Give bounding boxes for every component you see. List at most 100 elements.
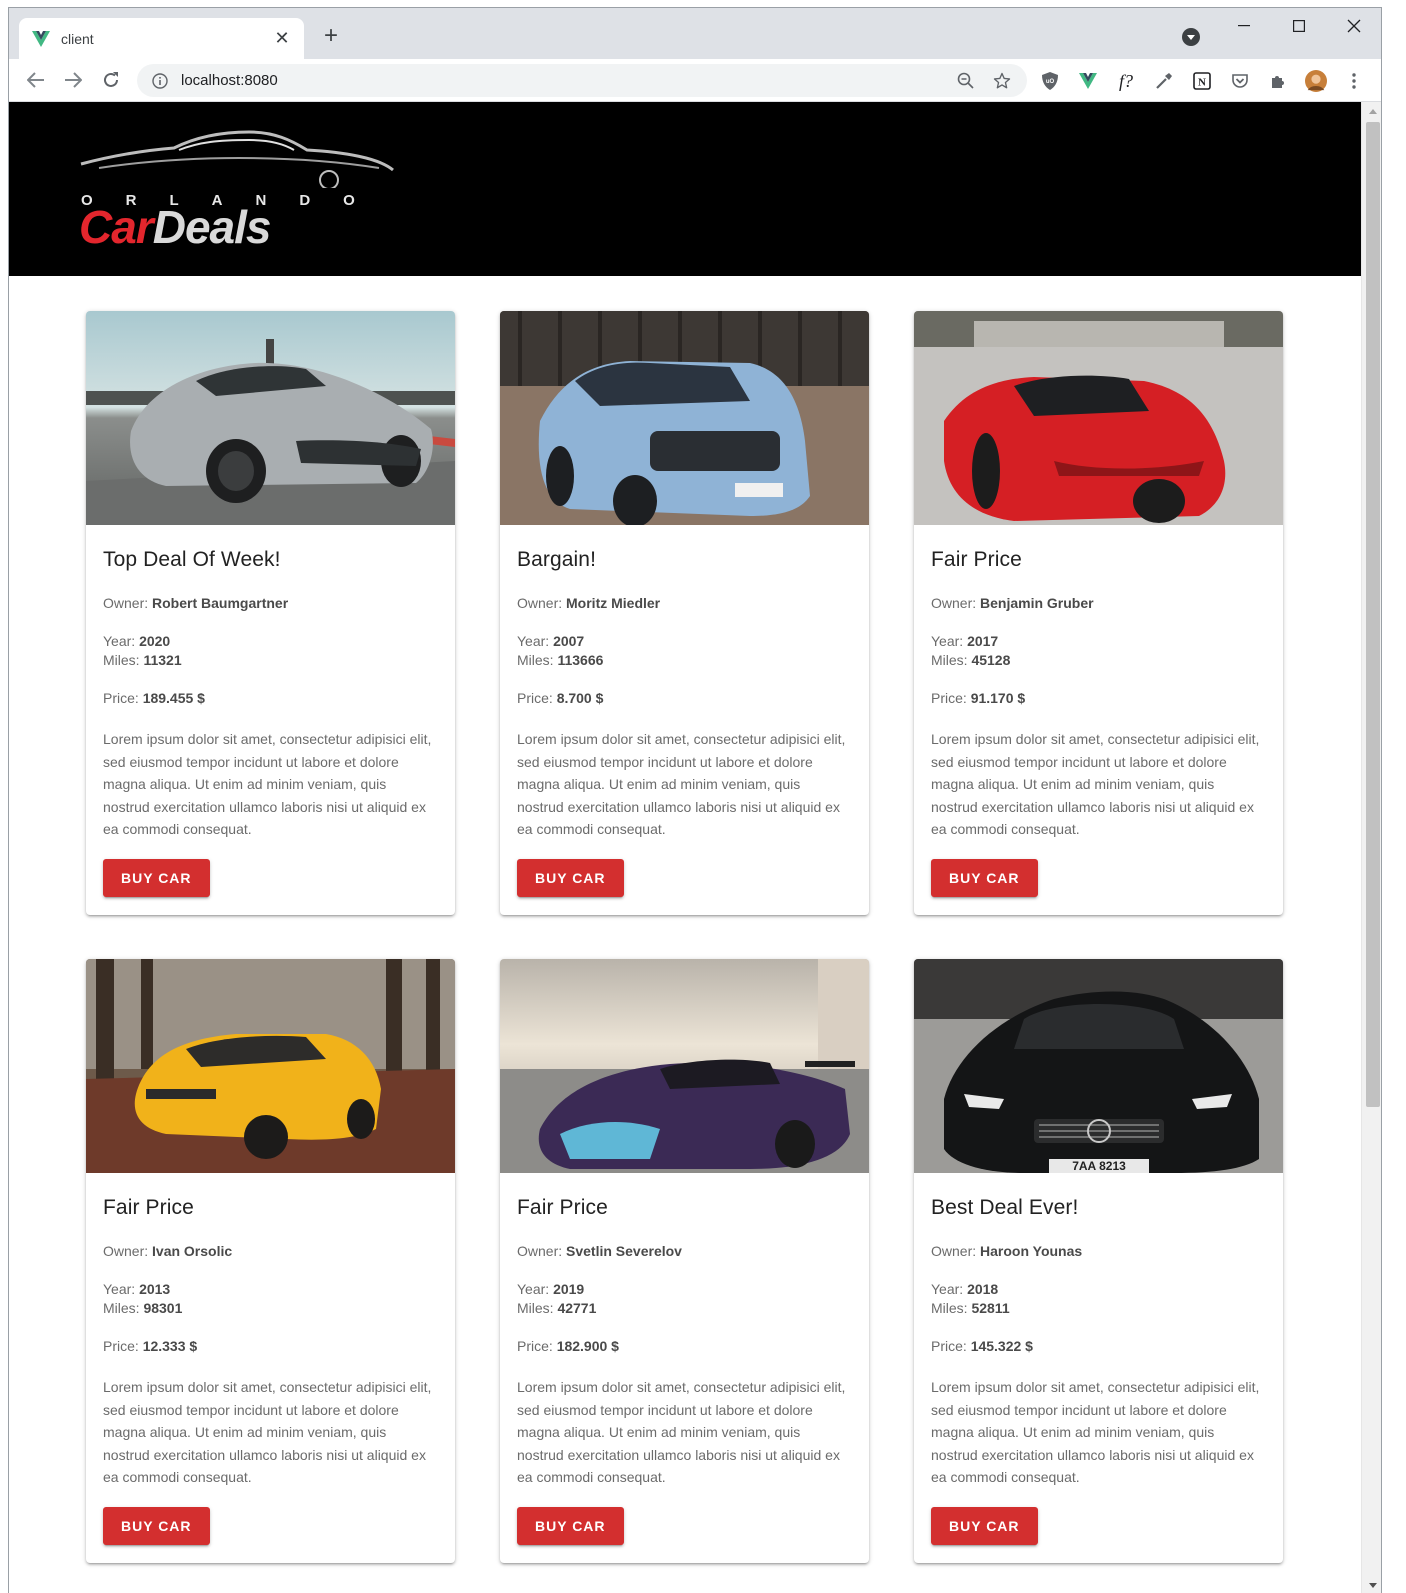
- miles-label: Miles:: [931, 652, 968, 668]
- star-icon[interactable]: [991, 70, 1013, 92]
- buy-car-button[interactable]: BUY CAR: [931, 1506, 1038, 1545]
- maximize-icon[interactable]: [1277, 14, 1321, 38]
- scroll-thumb[interactable]: [1366, 122, 1380, 1107]
- year-value: 2019: [553, 1281, 585, 1297]
- vue-devtools-icon[interactable]: [1077, 70, 1099, 92]
- page-scrollbar[interactable]: [1361, 102, 1381, 1593]
- scroll-up-icon[interactable]: [1362, 102, 1381, 120]
- vue-logo-icon: [31, 29, 51, 49]
- year-miles: Year: 2017 Miles: 45128: [931, 632, 1266, 670]
- arrow-left-icon[interactable]: [23, 67, 49, 93]
- new-tab-icon[interactable]: +: [319, 22, 343, 49]
- tab-strip: client ✕ +: [9, 8, 1381, 59]
- minimize-icon[interactable]: [1222, 14, 1266, 38]
- year-value: 2007: [553, 633, 585, 649]
- reload-icon[interactable]: [98, 67, 124, 93]
- year-label: Year:: [517, 1281, 550, 1297]
- year-value: 2018: [967, 1281, 999, 1297]
- browser-tab[interactable]: client ✕: [19, 18, 304, 59]
- owner-line: Owner: Ivan Orsolic: [103, 1242, 438, 1261]
- ublock-icon[interactable]: uO: [1039, 70, 1061, 92]
- year-miles: Year: 2020 Miles: 11321: [103, 632, 438, 670]
- arrow-right-icon[interactable]: [60, 67, 86, 93]
- info-icon[interactable]: [151, 72, 169, 90]
- font-finder-icon[interactable]: f?: [1115, 70, 1137, 92]
- window-close-icon[interactable]: [1332, 14, 1376, 38]
- car-card: Bargain! Owner: Moritz Miedler Year: 200…: [500, 311, 869, 915]
- car-photo: [914, 311, 1283, 525]
- owner-value: Ivan Orsolic: [152, 1243, 233, 1259]
- profile-menu-icon[interactable]: [1182, 28, 1200, 46]
- scroll-down-icon[interactable]: [1362, 1576, 1381, 1593]
- logo-cardeals: CarDeals: [79, 201, 272, 253]
- buy-car-button[interactable]: BUY CAR: [103, 1506, 210, 1545]
- page-viewport: ORLANDO CarDeals Top Deal Of Week! Owner…: [9, 102, 1361, 1593]
- price-line: Price: 12.333 $: [103, 1337, 438, 1356]
- price-value: 145.322 $: [970, 1338, 1033, 1354]
- close-tab-icon[interactable]: ✕: [272, 28, 292, 49]
- orlando-car-deals-logo[interactable]: ORLANDO CarDeals: [79, 128, 399, 253]
- car-card: 7AA 8213 Best Deal Ever! Owner: Haroon Y…: [914, 959, 1283, 1563]
- card-description: Lorem ipsum dolor sit amet, consectetur …: [517, 731, 846, 838]
- miles-value: 42771: [557, 1300, 597, 1316]
- car-card: Top Deal Of Week! Owner: Robert Baumgart…: [86, 311, 455, 915]
- owner-label: Owner:: [103, 1243, 149, 1259]
- price-value: 91.170 $: [970, 690, 1026, 706]
- owner-label: Owner:: [931, 595, 977, 611]
- year-label: Year:: [103, 1281, 136, 1297]
- price-line: Price: 8.700 $: [517, 689, 852, 708]
- car-photo: [86, 959, 455, 1173]
- buy-car-button[interactable]: BUY CAR: [517, 858, 624, 897]
- price-line: Price: 145.322 $: [931, 1337, 1266, 1356]
- owner-label: Owner:: [103, 595, 149, 611]
- license-plate-text: 7AA 8213: [1072, 1159, 1126, 1173]
- price-line: Price: 182.900 $: [517, 1337, 852, 1356]
- price-line: Price: 189.455 $: [103, 689, 438, 708]
- zoom-out-icon[interactable]: [955, 70, 977, 92]
- year-label: Year:: [103, 633, 136, 649]
- buy-car-button[interactable]: BUY CAR: [931, 858, 1038, 897]
- card-title: Fair Price: [103, 1196, 194, 1219]
- miles-label: Miles:: [103, 652, 140, 668]
- year-label: Year:: [517, 633, 550, 649]
- price-label: Price:: [517, 1338, 553, 1354]
- miles-label: Miles:: [931, 1300, 968, 1316]
- buy-car-button[interactable]: BUY CAR: [517, 1506, 624, 1545]
- card-title: Top Deal Of Week!: [103, 548, 281, 571]
- notion-icon[interactable]: N: [1191, 70, 1213, 92]
- puzzle-icon[interactable]: [1267, 70, 1289, 92]
- price-label: Price:: [103, 690, 139, 706]
- miles-value: 98301: [143, 1300, 183, 1316]
- pocket-icon[interactable]: [1229, 70, 1251, 92]
- card-title: Bargain!: [517, 548, 597, 571]
- card-description: Lorem ipsum dolor sit amet, consectetur …: [517, 1379, 846, 1486]
- car-photo: [86, 311, 455, 525]
- miles-label: Miles:: [517, 1300, 554, 1316]
- svg-text:uO: uO: [1046, 79, 1055, 85]
- card-body: Top Deal Of Week! Owner: Robert Baumgart…: [86, 525, 455, 915]
- buy-car-button[interactable]: BUY CAR: [103, 858, 210, 897]
- year-value: 2017: [967, 633, 999, 649]
- card-body: Fair Price Owner: Benjamin Gruber Year: …: [914, 525, 1283, 915]
- car-silhouette-icon: [80, 130, 394, 188]
- svg-text:N: N: [1198, 77, 1206, 89]
- card-title: Fair Price: [931, 548, 1022, 571]
- card-body: Fair Price Owner: Svetlin Severelov Year…: [500, 1173, 869, 1563]
- owner-line: Owner: Moritz Miedler: [517, 594, 852, 613]
- year-value: 2020: [139, 633, 171, 649]
- owner-label: Owner:: [931, 1243, 977, 1259]
- miles-value: 52811: [971, 1300, 1010, 1316]
- card-body: Best Deal Ever! Owner: Haroon Younas Yea…: [914, 1173, 1283, 1563]
- owner-value: Benjamin Gruber: [980, 595, 1094, 611]
- menu-dots-icon[interactable]: [1343, 70, 1365, 92]
- profile-avatar-icon[interactable]: [1305, 70, 1327, 92]
- owner-value: Moritz Miedler: [566, 595, 661, 611]
- url-text: localhost:8080: [181, 72, 278, 89]
- miles-value: 45128: [971, 652, 1011, 668]
- address-bar[interactable]: localhost:8080: [137, 64, 1027, 97]
- car-photo: 7AA 8213: [914, 959, 1283, 1173]
- owner-label: Owner:: [517, 595, 563, 611]
- eyedropper-icon[interactable]: [1153, 70, 1175, 92]
- price-label: Price:: [931, 1338, 967, 1354]
- logo-deals-text: Deals: [152, 201, 272, 253]
